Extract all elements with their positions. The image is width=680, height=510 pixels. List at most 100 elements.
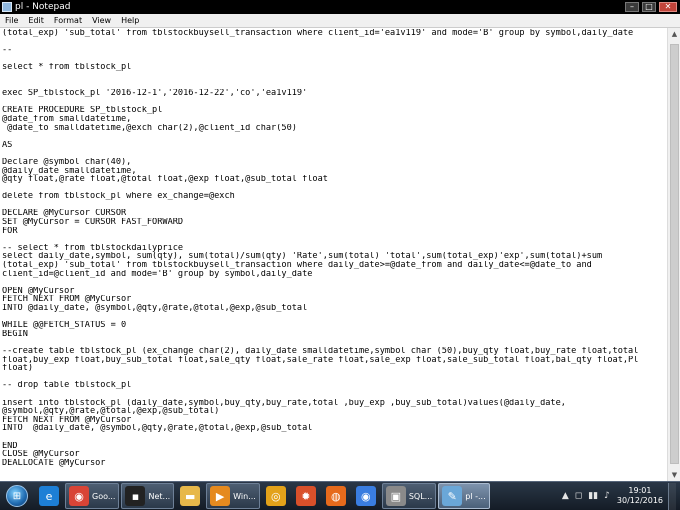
taskbar-button-sql-server[interactable]: ▣ SQL...	[381, 483, 437, 509]
text-line: INTO @daily_date, @symbol,@qty,@rate,@to…	[2, 304, 308, 313]
text-line	[2, 98, 665, 107]
text-line: WHILE @@FETCH_STATUS = 0	[2, 321, 127, 330]
taskbar-button-media-player[interactable]: ▶ Win...	[206, 483, 260, 509]
text-line	[2, 38, 665, 47]
vertical-scrollbar[interactable]: ▲ ▼	[667, 28, 680, 482]
window-controls: – □ ✕	[622, 1, 677, 13]
taskbar-button-label: pl -...	[465, 491, 486, 501]
text-content[interactable]: (total_exp) 'sub_total' from tblstockbuy…	[2, 29, 665, 481]
text-line: Declare @symbol char(40),	[2, 157, 132, 167]
text-line	[2, 81, 665, 90]
notepad-app-icon[interactable]	[2, 2, 12, 12]
text-line: insert into tblstock_pl (daily_date,symb…	[2, 398, 566, 408]
clock-date: 30/12/2016	[616, 496, 663, 505]
firefox-icon: ◍	[325, 486, 346, 506]
show-desktop-button[interactable]	[668, 482, 676, 510]
text-line: DECLARE @MyCursor CURSOR	[2, 209, 127, 219]
maximize-button[interactable]: □	[642, 2, 656, 12]
text-line: client_id=@client_id and mode='B' group …	[2, 269, 313, 279]
start-button[interactable]: ⊞	[1, 483, 33, 510]
text-line	[2, 55, 665, 64]
text-line	[2, 278, 665, 287]
text-line: BEGIN	[2, 329, 28, 339]
taskbar-button-app-sun[interactable]: ✹	[292, 483, 320, 509]
menu-help[interactable]: Help	[116, 14, 144, 27]
menu-view[interactable]: View	[87, 14, 116, 27]
text-line: --create table tblstock_pl (ex_change ch…	[2, 346, 639, 356]
scroll-up-arrow-icon[interactable]: ▲	[668, 28, 680, 41]
text-line	[2, 184, 665, 193]
menu-edit[interactable]: Edit	[23, 14, 49, 27]
taskbar-button-label: Win...	[233, 491, 256, 501]
text-line	[2, 373, 665, 382]
text-line: (total_exp) 'sub_total' from tblstockbuy…	[2, 29, 634, 38]
text-line: delete from tblstock_pl where ex_change=…	[2, 192, 235, 201]
text-line: (total_exp) 'sub_total' from tblstockbuy…	[2, 261, 592, 270]
taskbar-items: e ◉ Goo... ▪ Net... ▬ ▶ Win... ◎ ✹ ◍ ◉ ▣ SQL... ✎ pl -.…	[33, 483, 490, 509]
tray-network-icon[interactable]: ▮▮	[588, 491, 598, 501]
text-line: END	[2, 441, 18, 451]
chrome-icon: ◉	[355, 486, 376, 506]
editor-area[interactable]: (total_exp) 'sub_total' from tblstockbuy…	[0, 27, 680, 482]
close-button[interactable]: ✕	[659, 2, 677, 12]
text-line	[2, 390, 665, 399]
text-line: FETCH NEXT FROM @MyCursor	[2, 415, 132, 425]
text-line: exec SP_tblstock_pl '2016-12-1','2016-12…	[2, 89, 308, 98]
taskbar-button-label: Goo...	[92, 491, 116, 501]
taskbar-button-file-explorer[interactable]: ▬	[176, 483, 204, 509]
minimize-button[interactable]: –	[625, 2, 639, 12]
tray-volume-icon[interactable]: ♪	[604, 491, 610, 501]
scroll-thumb[interactable]	[670, 44, 679, 464]
text-line: @qty float,@rate float,@total float,@exp…	[2, 175, 328, 184]
text-line: FETCH NEXT FROM @MyCursor	[2, 295, 132, 304]
clock[interactable]: 19:01 30/12/2016	[617, 486, 663, 506]
taskbar-button-label: SQL...	[408, 491, 433, 501]
text-line: --	[2, 46, 13, 55]
internet-explorer-icon: e	[39, 486, 59, 506]
tray-flag-icon[interactable]: ◻	[575, 491, 582, 501]
text-line: FOR	[2, 226, 18, 236]
text-line	[2, 313, 665, 322]
clock-time: 19:01	[628, 486, 652, 495]
app-sun-icon: ✹	[295, 486, 316, 506]
text-line	[2, 149, 665, 158]
net-window-icon: ▪	[125, 486, 146, 506]
media-player-icon: ▶	[210, 486, 231, 506]
system-tray: ▲ ◻ ▮▮ ♪ 19:01 30/12/2016	[559, 482, 680, 510]
menu-bar: File Edit Format View Help	[0, 14, 680, 27]
taskbar-button-internet-explorer[interactable]: e	[35, 483, 63, 509]
chrome-goo-icon: ◉	[69, 486, 89, 506]
text-line: @daily_date smalldatetime,	[2, 166, 137, 176]
file-explorer-icon: ▬	[180, 486, 201, 506]
text-line: OPEN @MyCursor	[2, 286, 75, 296]
window-title: pl - Notepad	[15, 2, 71, 12]
text-line	[2, 235, 665, 244]
text-line: AS	[2, 140, 13, 150]
taskbar-button-notepad-pl[interactable]: ✎ pl -...	[438, 483, 490, 509]
text-line: float,buy_exp float,buy_sub_total float,…	[2, 355, 639, 365]
taskbar-button-firefox[interactable]: ◍	[322, 483, 350, 509]
title-bar[interactable]: pl - Notepad – □ ✕	[0, 0, 680, 14]
text-line: -- select * from tblstockdailyprice	[2, 243, 184, 253]
taskbar-button-app-swirl[interactable]: ◎	[262, 483, 290, 509]
windows-logo-icon: ⊞	[6, 485, 28, 507]
text-line: @date_to smalldatetime,@exch char(2),@cl…	[2, 123, 297, 133]
taskbar-button-chrome-goo[interactable]: ◉ Goo...	[65, 483, 120, 509]
text-line	[2, 201, 665, 210]
text-line	[2, 72, 665, 81]
text-line: select daily_date,symbol, sum(qty), sum(…	[2, 252, 603, 262]
text-line: float)	[2, 364, 34, 373]
taskbar-button-chrome[interactable]: ◉	[352, 483, 380, 509]
text-line: select * from tblstock_pl	[2, 63, 132, 72]
text-line: SET @MyCursor = CURSOR FAST_FORWARD	[2, 218, 184, 227]
sql-server-icon: ▣	[385, 486, 406, 506]
text-line: CLOSE @MyCursor	[2, 450, 80, 459]
taskbar-button-net-window[interactable]: ▪ Net...	[121, 483, 175, 509]
menu-format[interactable]: Format	[49, 14, 87, 27]
text-line: -- drop table tblstock_pl	[2, 381, 132, 390]
notepad-pl-icon: ✎	[442, 486, 463, 506]
text-line: CREATE PROCEDURE SP_tblstock_pl	[2, 106, 163, 115]
menu-file[interactable]: File	[0, 14, 23, 27]
tray-chevron-icon[interactable]: ▲	[562, 491, 569, 501]
text-line: DEALLOCATE @MyCursor	[2, 458, 106, 468]
